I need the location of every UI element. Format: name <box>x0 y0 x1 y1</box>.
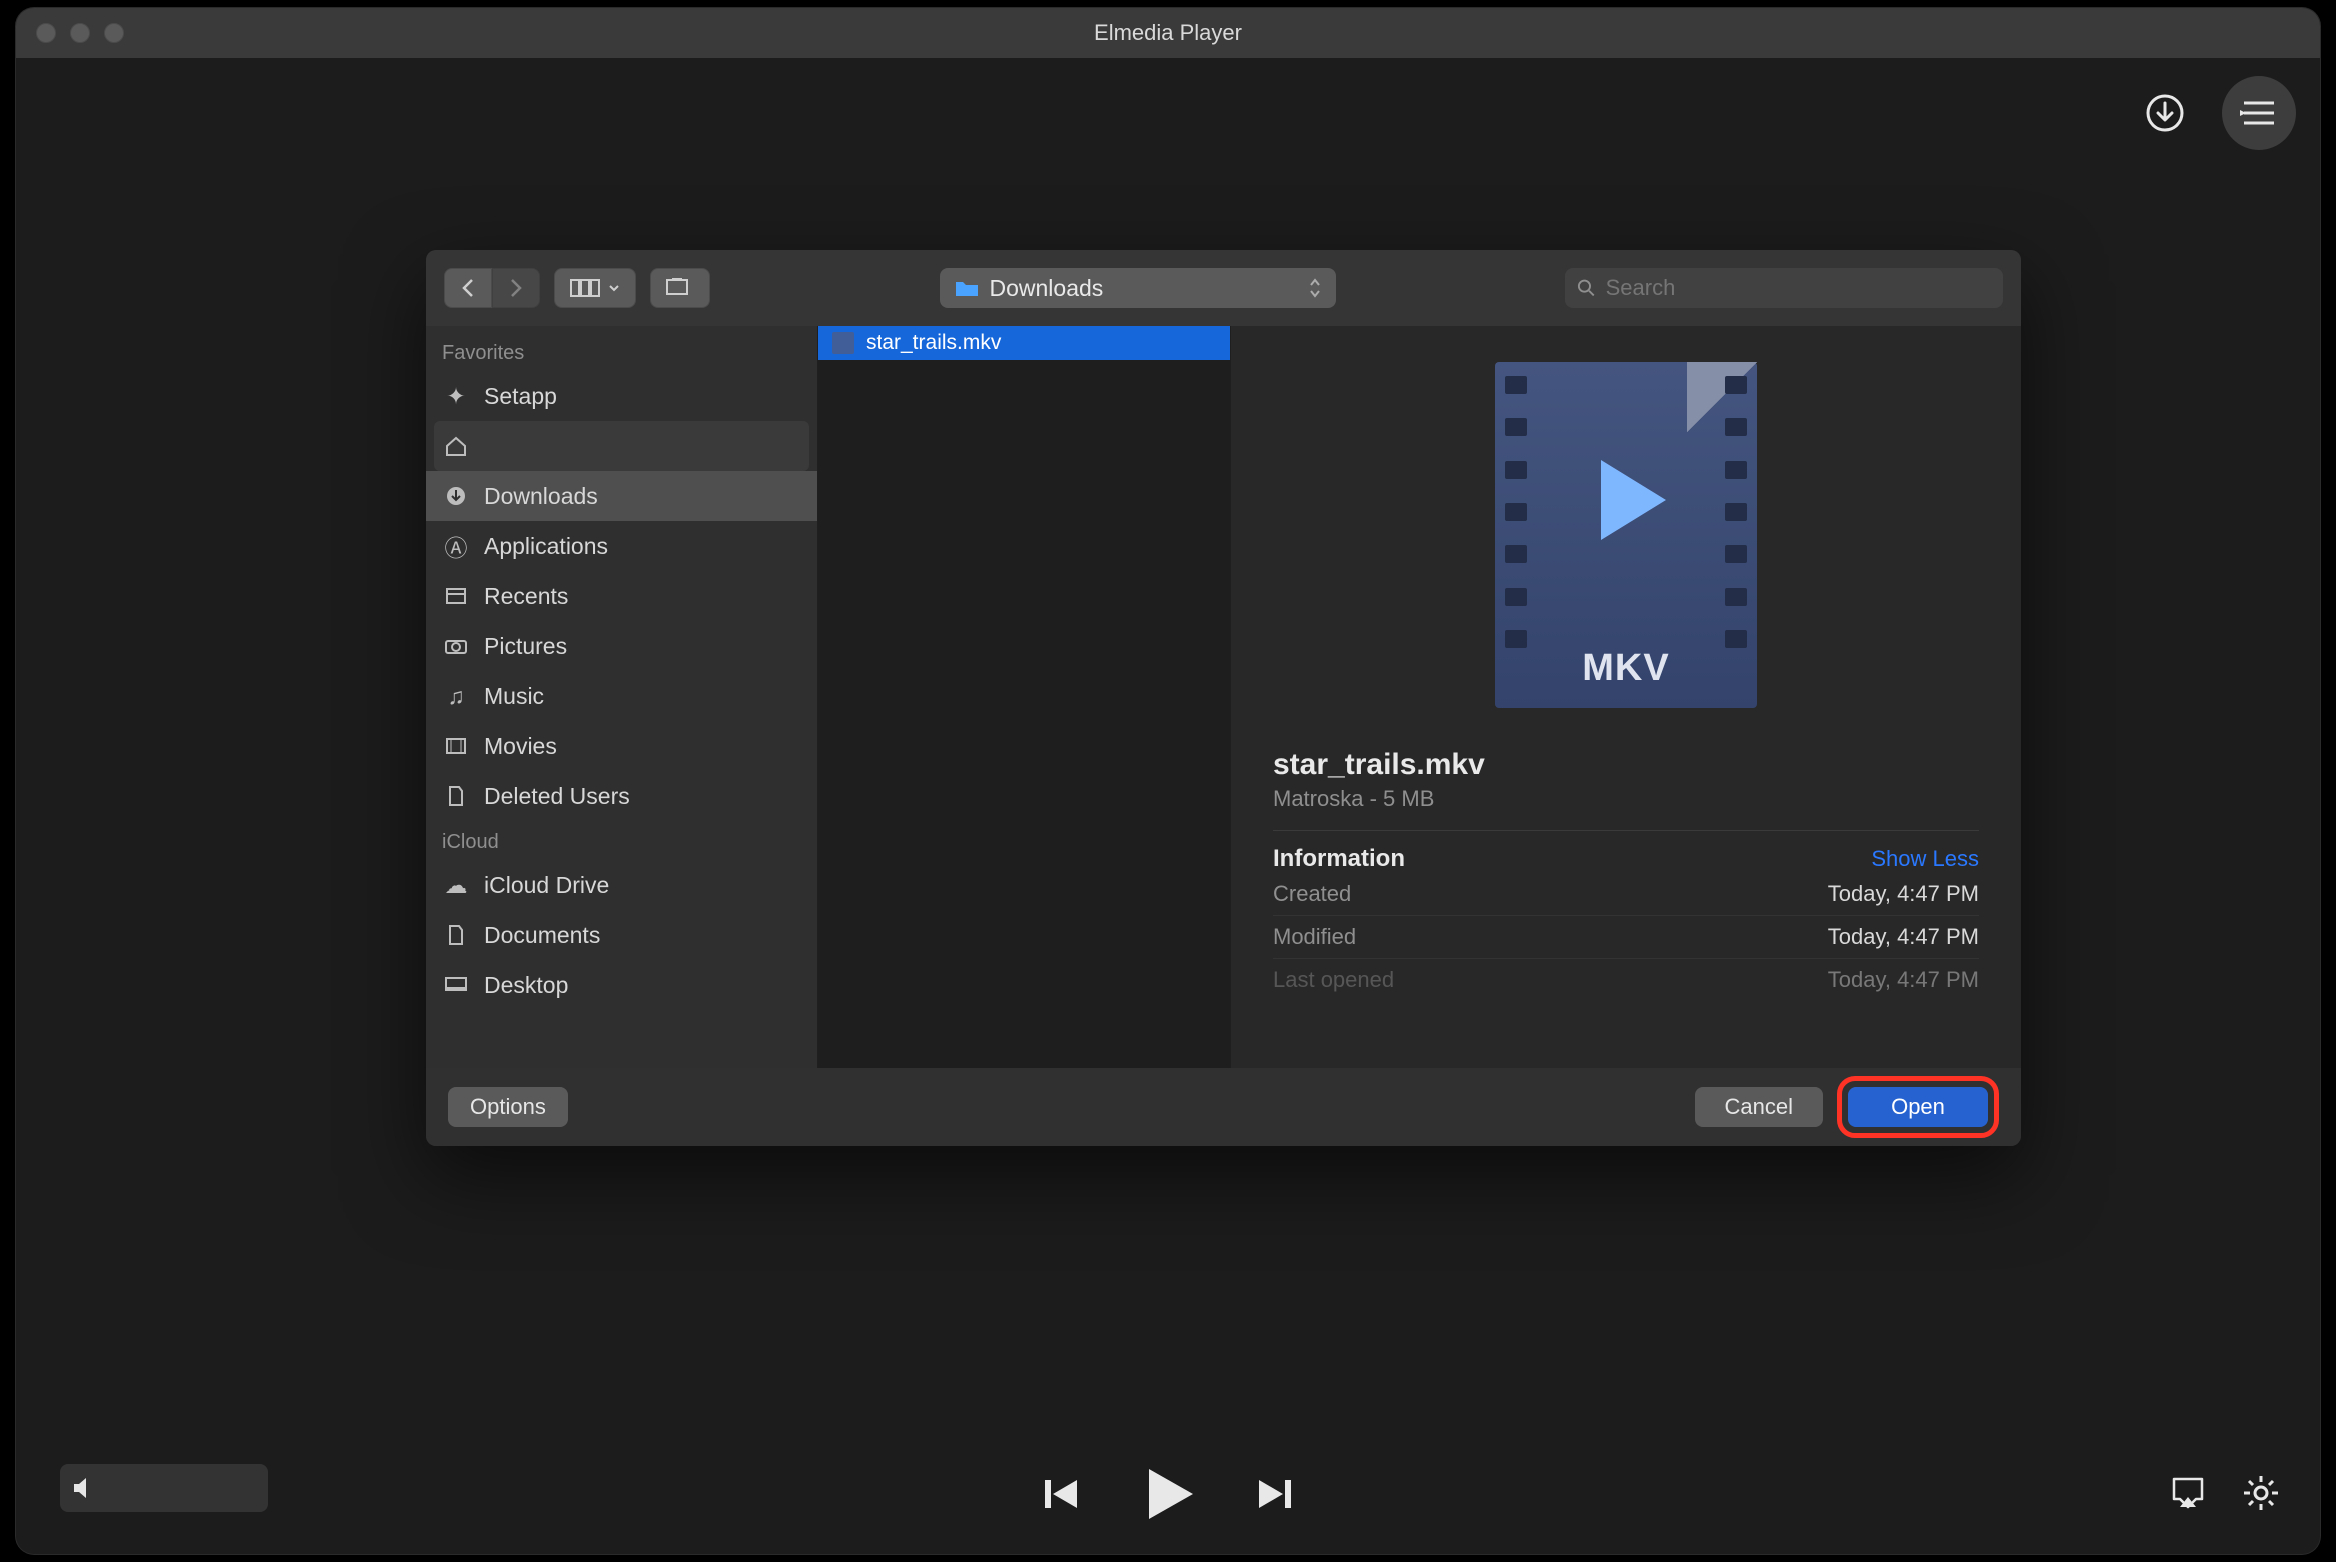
file-list: star_trails.mkv <box>818 326 1231 1068</box>
play-button[interactable] <box>1137 1463 1199 1525</box>
info-header: Information <box>1273 845 1405 873</box>
dialog-toolbar: Downloads <box>426 250 2021 326</box>
player-bar <box>16 1434 2320 1554</box>
options-button[interactable]: Options <box>448 1087 568 1127</box>
search-input[interactable] <box>1606 275 1991 301</box>
view-mode-button[interactable] <box>554 268 636 308</box>
app-toolbar <box>16 58 2320 168</box>
sidebar-item-documents[interactable]: Documents <box>426 910 817 960</box>
file-name-label: star_trails.mkv <box>866 331 1001 355</box>
sidebar-item-desktop[interactable]: Desktop <box>426 960 817 1010</box>
meta-row: Last openedToday, 4:47 PM <box>1273 959 1979 1001</box>
preview-pane: MKV star_trails.mkv Matroska - 5 MB Info… <box>1231 326 2021 1068</box>
open-button[interactable]: Open <box>1848 1087 1988 1127</box>
previous-button[interactable] <box>1039 1472 1083 1516</box>
sidebar-item-icloud-drive[interactable]: ☁iCloud Drive <box>426 860 817 910</box>
doc-icon <box>442 785 470 807</box>
show-less-link[interactable]: Show Less <box>1871 846 1979 872</box>
chevron-updown-icon <box>1308 277 1322 299</box>
preview-file-name: star_trails.mkv <box>1273 748 1979 782</box>
sidebar-item-home[interactable] <box>434 421 809 471</box>
sidebar-item-downloads[interactable]: Downloads <box>426 471 817 521</box>
sidebar-header-favorites: Favorites <box>426 332 817 371</box>
location-label: Downloads <box>990 275 1104 302</box>
settings-button[interactable] <box>2242 1474 2280 1512</box>
file-type-icon <box>832 332 854 354</box>
music-icon: ♫ <box>442 683 470 710</box>
preview-icon-label: MKV <box>1495 647 1757 690</box>
volume-slider[interactable] <box>60 1464 268 1512</box>
app-window: Elmedia Player <box>16 8 2320 1554</box>
sidebar-item-pictures[interactable]: Pictures <box>426 621 817 671</box>
open-button-highlight: Open <box>1837 1076 1999 1138</box>
group-button[interactable] <box>650 268 710 308</box>
cancel-button[interactable]: Cancel <box>1695 1087 1823 1127</box>
airplay-button[interactable] <box>2168 1475 2208 1511</box>
recents-icon <box>442 587 470 605</box>
sidebar-item-deleted-users[interactable]: Deleted Users <box>426 771 817 821</box>
forward-button[interactable] <box>492 268 540 308</box>
download-button[interactable] <box>2128 76 2202 150</box>
cloud-icon: ☁ <box>442 872 470 899</box>
window-title: Elmedia Player <box>16 20 2320 46</box>
sidebar-header-icloud: iCloud <box>426 821 817 860</box>
file-preview-icon: MKV <box>1495 362 1757 708</box>
back-button[interactable] <box>444 268 492 308</box>
location-popup[interactable]: Downloads <box>940 268 1336 308</box>
volume-icon <box>70 1474 98 1502</box>
apps-icon: Ⓐ <box>442 529 470 563</box>
folder-icon <box>954 278 980 298</box>
playlist-button[interactable] <box>2222 76 2296 150</box>
movie-icon <box>442 737 470 755</box>
dialog-footer: Options Cancel Open <box>426 1068 2021 1146</box>
home-icon <box>442 435 470 457</box>
preview-file-subtitle: Matroska - 5 MB <box>1273 786 1979 812</box>
search-field[interactable] <box>1565 268 2003 308</box>
sidebar-item-recents[interactable]: Recents <box>426 571 817 621</box>
desktop-icon <box>442 976 470 994</box>
sidebar-item-movies[interactable]: Movies <box>426 721 817 771</box>
titlebar: Elmedia Player <box>16 8 2320 58</box>
camera-icon <box>442 637 470 655</box>
file-row[interactable]: star_trails.mkv <box>818 326 1230 360</box>
sidebar-item-music[interactable]: ♫Music <box>426 671 817 721</box>
next-button[interactable] <box>1253 1472 1297 1516</box>
meta-row: CreatedToday, 4:47 PM <box>1273 873 1979 916</box>
docs-icon <box>442 924 470 946</box>
open-file-dialog: Downloads Favorites ✦Setapp Downloads <box>426 250 2021 1146</box>
setapp-icon: ✦ <box>442 383 470 410</box>
download-icon <box>442 485 470 507</box>
sidebar-item-setapp[interactable]: ✦Setapp <box>426 371 817 421</box>
meta-row: ModifiedToday, 4:47 PM <box>1273 916 1979 959</box>
sidebar: Favorites ✦Setapp Downloads ⒶApplication… <box>426 326 818 1068</box>
sidebar-item-applications[interactable]: ⒶApplications <box>426 521 817 571</box>
volume-area <box>60 1464 268 1512</box>
search-icon <box>1577 278 1596 298</box>
